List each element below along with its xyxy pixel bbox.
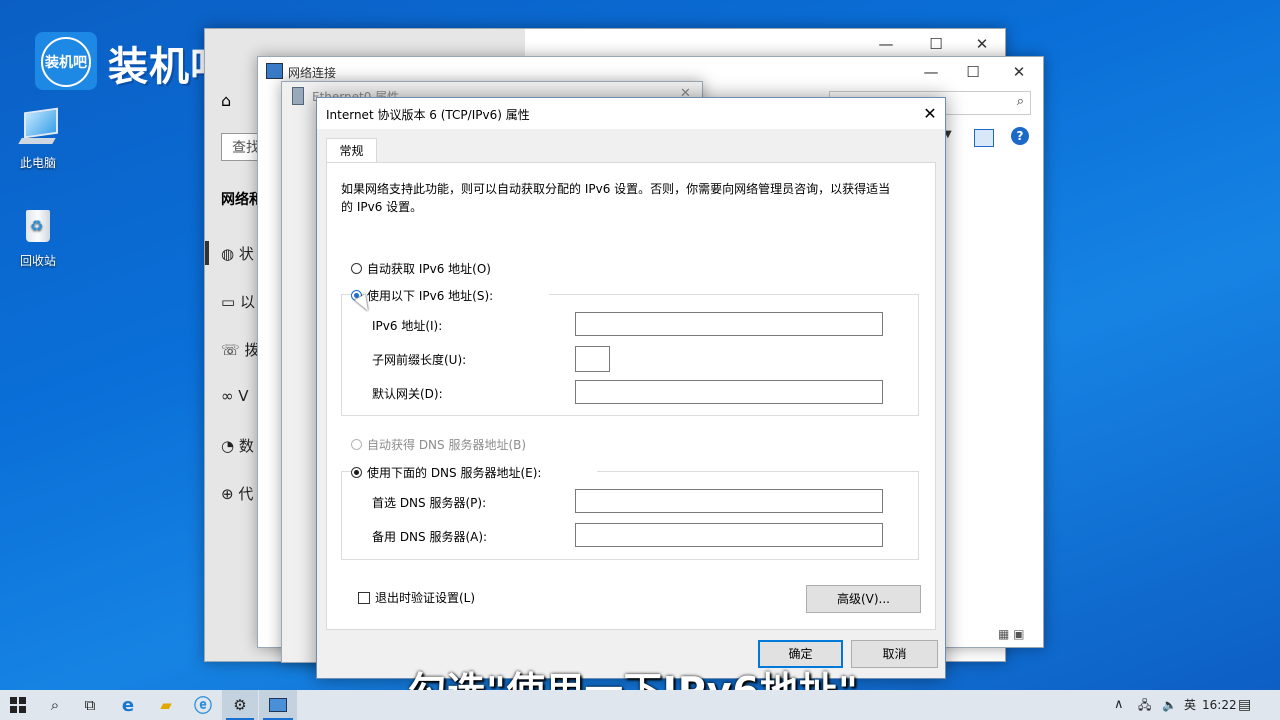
dialog-title: Internet 协议版本 6 (TCP/IPv6) 属性 xyxy=(326,108,530,122)
help-icon[interactable]: ? xyxy=(1011,127,1029,145)
sidebar-item-data-usage[interactable]: ◔ 数 xyxy=(221,435,254,456)
manual-dns-group: 首选 DNS 服务器(P): 备用 DNS 服务器(A): xyxy=(341,471,919,560)
notification-center-icon[interactable]: ▤ xyxy=(1238,690,1251,720)
minimize-button[interactable]: — xyxy=(908,57,954,87)
sidebar-item-dialup[interactable]: ☏ 拨 xyxy=(221,339,260,360)
sidebar-item-vpn[interactable]: ∞ V xyxy=(221,387,249,405)
desktop-icon-this-pc[interactable]: 此电脑 xyxy=(3,107,73,171)
home-icon[interactable]: ⌂ xyxy=(221,91,231,110)
chevron-up-icon[interactable]: ∧ xyxy=(1114,690,1124,720)
network-connections-icon xyxy=(266,63,283,79)
ipv6-properties-dialog: Internet 协议版本 6 (TCP/IPv6) 属性 ✕ 常规 如果网络支… xyxy=(316,97,946,679)
advanced-button[interactable]: 高级(V)... xyxy=(806,585,921,613)
radio-button[interactable] xyxy=(351,263,362,274)
dialog-description: 如果网络支持此功能，则可以自动获取分配的 IPv6 设置。否则，你需要向网络管理… xyxy=(341,182,891,214)
proxy-globe-icon: ⊕ xyxy=(221,485,234,503)
sidebar-item-ethernet[interactable]: ▭ 以 xyxy=(221,291,255,312)
close-button[interactable]: ✕ xyxy=(915,98,945,129)
validate-on-exit-checkbox[interactable]: 退出时验证设置(L) xyxy=(358,589,475,606)
edge-icon[interactable]: e xyxy=(110,690,146,720)
selection-indicator xyxy=(205,241,209,265)
minimize-button[interactable]: — xyxy=(863,29,909,59)
ipv6-address-input[interactable] xyxy=(575,312,883,336)
search-icon: ⌕ xyxy=(1016,94,1024,109)
default-gateway-label: 默认网关(D): xyxy=(372,387,443,401)
desktop-icon-label: 回收站 xyxy=(19,254,56,268)
close-button[interactable]: ✕ xyxy=(996,57,1042,87)
network-control-panel-icon[interactable] xyxy=(259,690,297,720)
network-adapter-icon xyxy=(292,87,304,105)
maximize-button[interactable]: ☐ xyxy=(913,29,959,59)
windows-start-icon[interactable] xyxy=(0,690,36,720)
clock[interactable]: 16:22 xyxy=(1202,690,1237,720)
watermark-logo-badge-text: 装机吧 xyxy=(41,37,91,87)
cancel-button[interactable]: 取消 xyxy=(851,640,938,668)
computer-icon xyxy=(18,107,58,150)
desktop-icon-recycle-bin[interactable]: 回收站 xyxy=(3,206,73,269)
radio-button[interactable] xyxy=(351,439,362,450)
desktop-icon-label: 此电脑 xyxy=(19,156,56,170)
recycle-bin-icon xyxy=(18,206,58,248)
tab-general[interactable]: 常规 xyxy=(326,138,377,163)
data-usage-icon: ◔ xyxy=(221,437,235,455)
radio-manual-dns[interactable]: 使用下面的 DNS 服务器地址(E): xyxy=(351,464,598,481)
subnet-prefix-label: 子网前缀长度(U): xyxy=(372,353,467,367)
maximize-button[interactable]: ☐ xyxy=(950,57,996,87)
window-title: 网络连接 xyxy=(288,66,337,80)
task-view-icon[interactable]: ⧉ xyxy=(72,690,108,720)
alternate-dns-label: 备用 DNS 服务器(A): xyxy=(372,530,488,544)
preferred-dns-label: 首选 DNS 服务器(P): xyxy=(372,496,487,510)
taskbar: ⌕ ⧉ e ▰ ⓔ ⚙ ∧ 🖧 🔈 英 16:22 ▤ xyxy=(0,690,1280,720)
ime-indicator[interactable]: 英 xyxy=(1184,690,1196,720)
manual-ipv6-group: IPv6 地址(I): 子网前缀长度(U): 默认网关(D): xyxy=(341,294,919,416)
preferred-dns-input[interactable] xyxy=(575,489,883,513)
dialup-icon: ☏ xyxy=(221,341,240,359)
radio-auto-ipv6[interactable]: 自动获取 IPv6 地址(O) xyxy=(351,260,491,277)
dialog-titlebar: Internet 协议版本 6 (TCP/IPv6) 属性 ✕ xyxy=(317,98,945,129)
sidebar-item-proxy[interactable]: ⊕ 代 xyxy=(221,483,253,504)
close-button[interactable]: ✕ xyxy=(959,29,1005,59)
default-gateway-input[interactable] xyxy=(575,380,883,404)
radio-auto-dns[interactable]: 自动获得 DNS 服务器地址(B) xyxy=(351,436,526,453)
globe-icon: ◍ xyxy=(221,245,235,263)
radio-button[interactable] xyxy=(351,467,362,478)
volume-icon[interactable]: 🔈 xyxy=(1162,690,1177,720)
network-icon[interactable]: 🖧 xyxy=(1138,690,1151,720)
vpn-icon: ∞ xyxy=(221,387,234,405)
radio-manual-ipv6[interactable]: 使用以下 IPv6 地址(S): xyxy=(351,287,550,304)
file-explorer-icon[interactable]: ▰ xyxy=(148,690,184,720)
sidebar-item-status[interactable]: ◍ 状 xyxy=(221,243,254,264)
search-icon[interactable]: ⌕ xyxy=(37,690,73,720)
internet-explorer-icon[interactable]: ⓔ xyxy=(185,690,221,720)
watermark-logo-badge: 装机吧 xyxy=(35,32,97,90)
general-tab-panel: 如果网络支持此功能，则可以自动获取分配的 IPv6 设置。否则，你需要向网络管理… xyxy=(326,162,936,630)
view-toggle-icon[interactable]: ▦ ▣ xyxy=(998,627,1025,641)
subnet-prefix-input[interactable] xyxy=(575,346,610,372)
monitor-icon: ▭ xyxy=(221,293,236,311)
alternate-dns-input[interactable] xyxy=(575,523,883,547)
ipv6-address-label: IPv6 地址(I): xyxy=(372,319,443,333)
preview-pane-icon[interactable] xyxy=(974,129,994,147)
checkbox[interactable] xyxy=(358,591,370,604)
settings-gear-icon[interactable]: ⚙ xyxy=(222,690,258,720)
